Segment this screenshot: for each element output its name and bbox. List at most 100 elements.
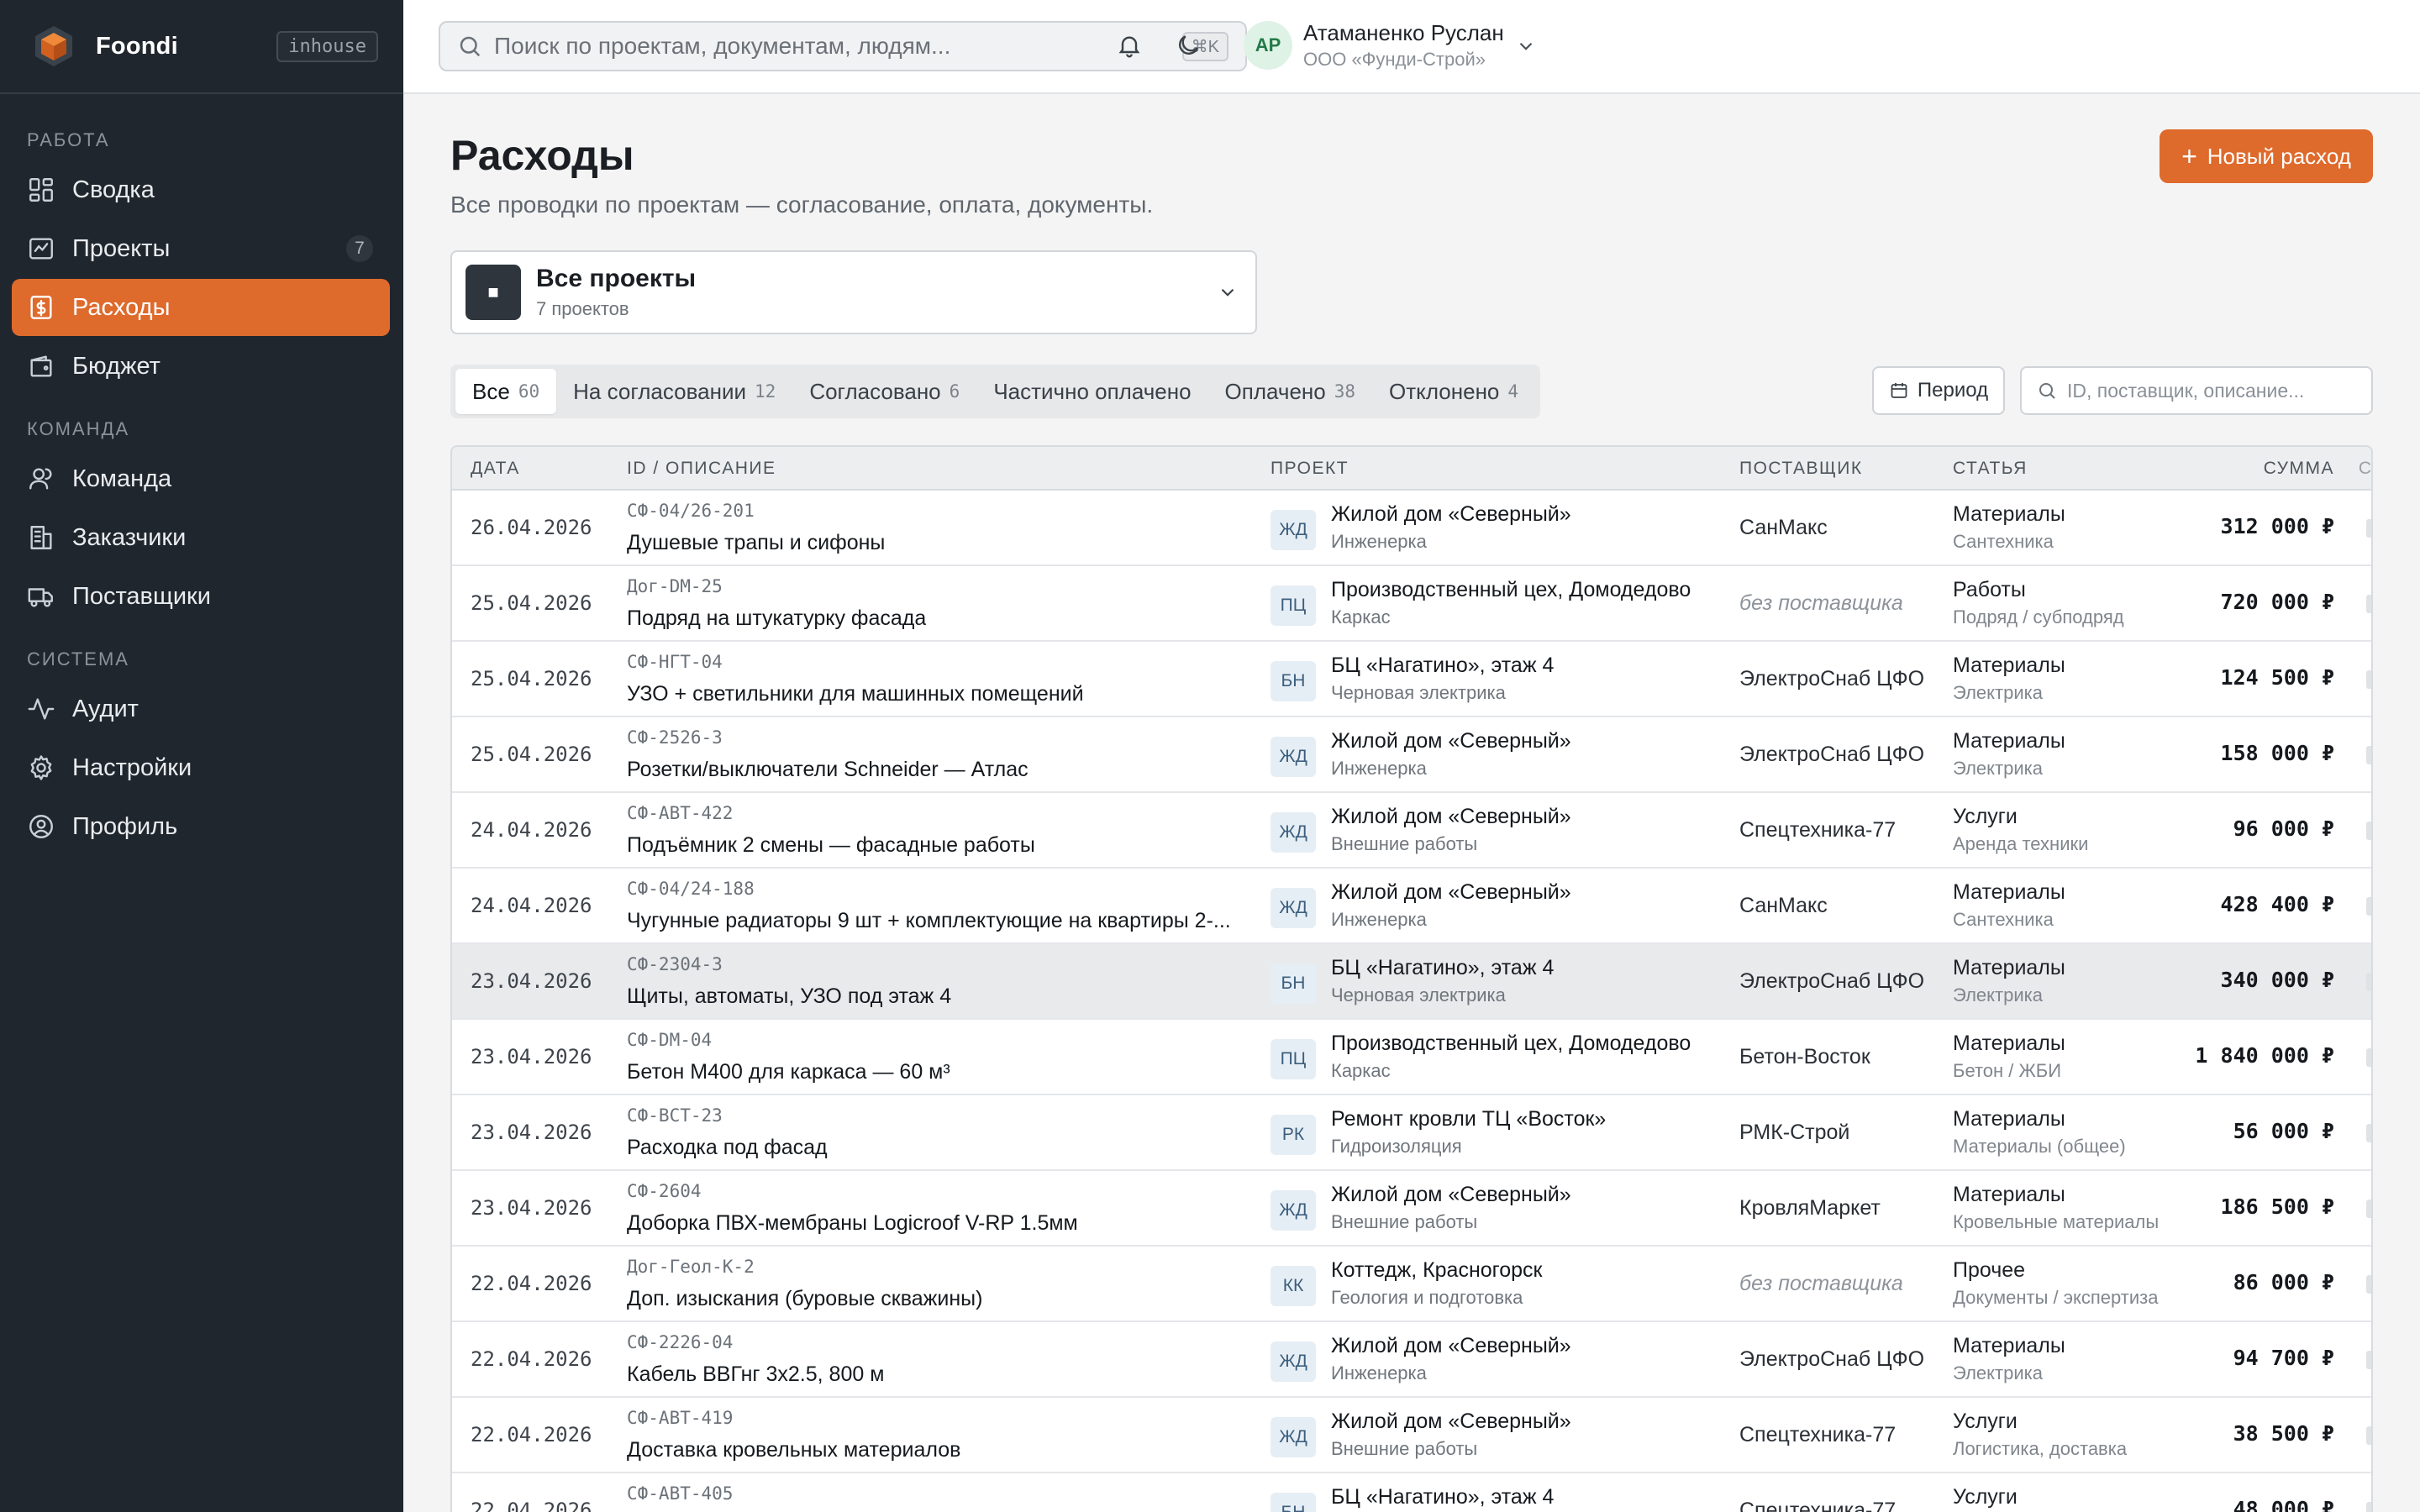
row-supplier: ЭлектроСнаб ЦФО: [1739, 743, 1925, 766]
sidebar-item-count: 7: [346, 235, 373, 262]
row-id: СФ-2304-3: [627, 954, 723, 974]
row-status-edge: [2366, 1426, 2371, 1445]
sidebar-item[interactable]: Команда: [12, 450, 390, 507]
row-supplier: СанМакс: [1739, 894, 1828, 917]
sidebar-item-label: Команда: [72, 465, 172, 492]
status-tab[interactable]: Отклонено 4: [1372, 369, 1535, 414]
table-row[interactable]: 23.04.2026 СФ-2304-3 Щиты, автоматы, УЗО п…: [452, 944, 2371, 1020]
row-id: СФ-ВСТ-23: [627, 1105, 723, 1126]
sidebar-item[interactable]: Сводка: [12, 161, 390, 218]
project-select-title: Все проекты: [536, 265, 697, 292]
row-category: Материалы: [1953, 502, 2065, 526]
project-badge: ЖД: [1270, 1417, 1316, 1457]
project-badge: ЖД: [1270, 737, 1316, 777]
sidebar-item[interactable]: Настройки: [12, 739, 390, 796]
table-row[interactable]: 24.04.2026 СФ-АВТ-422 Подъёмник 2 смены — …: [452, 793, 2371, 869]
table-row[interactable]: 23.04.2026 СФ-2604 Доборка ПВХ-мембраны Lo…: [452, 1171, 2371, 1247]
row-amount: 158 000 ₽: [2220, 741, 2334, 765]
status-tab-label: Отклонено: [1389, 378, 1500, 404]
calendar-icon: [1891, 383, 1907, 398]
moon-icon[interactable]: [1175, 32, 1202, 59]
row-description: Доборка ПВХ-мембраны Logicroof V-RP 1.5м…: [627, 1211, 1078, 1235]
column-supplier[interactable]: ПОСТАВЩИК: [1739, 459, 1863, 479]
sidebar-item-label: Проекты: [72, 234, 171, 262]
status-tab[interactable]: Оплачено 38: [1208, 369, 1372, 414]
status-tab-count: 38: [1334, 381, 1356, 402]
row-description: Доп. изыскания (буровые скважины): [627, 1287, 983, 1310]
table-row[interactable]: 22.04.2026 СФ-АВТ-419 Доставка кровельных …: [452, 1398, 2371, 1473]
project-badge: ЖД: [1270, 510, 1316, 550]
status-tab-label: Все: [472, 378, 510, 404]
project-badge: ЖД: [1270, 1190, 1316, 1231]
table-row[interactable]: 23.04.2026 СФ-DM-04 Бетон М400 для каркаса…: [452, 1020, 2371, 1095]
row-category-sub: Бетон / ЖБИ: [1953, 1060, 2062, 1081]
row-project-stage: Инженерка: [1331, 1362, 1427, 1383]
column-date[interactable]: ДАТА: [471, 459, 520, 479]
projects-icon: [29, 238, 53, 260]
sidebar-item[interactable]: Проекты 7: [12, 220, 390, 277]
table-row[interactable]: 25.04.2026 СФ-НГТ-04 УЗО + светильники для…: [452, 642, 2371, 717]
table-row[interactable]: 25.04.2026 СФ-2526-3 Розетки/выключатели S…: [452, 717, 2371, 793]
row-category: Услуги: [1953, 805, 2018, 828]
row-category-sub: Подряд / субподряд: [1953, 606, 2124, 627]
row-description: Расходка под фасад: [627, 1136, 828, 1159]
row-date: 22.04.2026: [471, 1272, 592, 1295]
column-category[interactable]: СТАТЬЯ: [1953, 459, 2028, 479]
row-date: 25.04.2026: [471, 667, 592, 690]
column-id-desc[interactable]: ID / ОПИСАНИЕ: [627, 459, 776, 479]
sidebar-item[interactable]: Расходы: [12, 279, 390, 336]
app-name: Foondi: [96, 32, 178, 60]
row-date: 24.04.2026: [471, 818, 592, 842]
row-amount: 56 000 ₽: [2233, 1119, 2334, 1143]
row-status-edge: [2366, 519, 2371, 538]
row-project-stage: Каркас: [1331, 1060, 1391, 1081]
period-button[interactable]: Период: [1872, 366, 2005, 415]
row-amount: 720 000 ₽: [2220, 590, 2334, 614]
bell-icon[interactable]: [1116, 32, 1143, 59]
table-row[interactable]: 22.04.2026 СФ-АВТ-405 БН БЦ «Нагатино», эта…: [452, 1473, 2371, 1512]
table-row[interactable]: 23.04.2026 СФ-ВСТ-23 Расходка под фасад РК Р…: [452, 1095, 2371, 1171]
column-amount[interactable]: СУММА: [2264, 459, 2334, 479]
row-project: Жилой дом «Северный»: [1331, 1410, 1571, 1433]
row-category: Материалы: [1953, 1107, 2065, 1131]
row-description: Подъёмник 2 смены — фасадные работы: [627, 833, 1035, 857]
status-tab-count: 6: [949, 381, 960, 402]
row-date: 23.04.2026: [471, 969, 592, 993]
sidebar-item-label: Сводка: [72, 176, 155, 203]
row-project: Жилой дом «Северный»: [1331, 729, 1571, 753]
table-search-placeholder: ID, поставщик, описание...: [2067, 379, 2305, 402]
user-name[interactable]: Атаманенко Руслан: [1303, 20, 1504, 46]
row-description: Розетки/выключатели Schneider — Атлас: [627, 758, 1028, 781]
status-tab-label: На согласовании: [573, 378, 747, 404]
status-tab[interactable]: Частично оплачено: [976, 369, 1207, 414]
sidebar-item[interactable]: Заказчики: [12, 509, 390, 566]
table-row[interactable]: 25.04.2026 Дог-DM-25 Подряд на штукатурку …: [452, 566, 2371, 642]
table-row[interactable]: 24.04.2026 СФ-04/24-188 Чугунные радиаторы…: [452, 869, 2371, 944]
topbar: Поиск по проектам, документам, людям... …: [403, 0, 2420, 94]
table-row[interactable]: 22.04.2026 Дог-Геол-К-2 Доп. изыскания (бу…: [452, 1247, 2371, 1322]
row-description: Подряд на штукатурку фасада: [627, 606, 927, 630]
new-expense-button[interactable]: + Новый расход: [2160, 129, 2373, 183]
row-category: Материалы: [1953, 1334, 2065, 1357]
row-project-stage: Внешние работы: [1331, 833, 1478, 854]
avatar[interactable]: АР: [1244, 21, 1292, 70]
sidebar-item[interactable]: Профиль: [12, 798, 390, 855]
column-project[interactable]: ПРОЕКТ: [1270, 459, 1349, 479]
table-row[interactable]: 22.04.2026 СФ-2226-04 Кабель ВВГнг 3х2.5, …: [452, 1322, 2371, 1398]
sidebar-item[interactable]: Бюджет: [12, 338, 390, 395]
table-row[interactable]: 26.04.2026 СФ-04/26-201 Душевые трапы и си…: [452, 491, 2371, 566]
project-select[interactable]: ■ Все проекты 7 проектов: [450, 250, 1257, 334]
table-search-input[interactable]: ID, поставщик, описание...: [2020, 366, 2373, 415]
status-tab[interactable]: Все 60: [455, 369, 557, 414]
profile-icon: [29, 815, 53, 838]
status-tab[interactable]: На согласовании 12: [556, 369, 792, 414]
row-category: Материалы: [1953, 956, 2065, 979]
sidebar-item[interactable]: Аудит: [12, 680, 390, 738]
sidebar-nav: РАБОТА Сводка Проекты 7 Расходы Бюджет КОМАНДА…: [0, 94, 403, 855]
row-project-stage: Черновая электрика: [1331, 682, 1506, 703]
search-icon: [460, 36, 481, 57]
sidebar-item[interactable]: Поставщики: [12, 568, 390, 625]
status-tab[interactable]: Согласовано 6: [792, 369, 976, 414]
chevron-down-icon[interactable]: [1515, 35, 1537, 57]
row-category: Материалы: [1953, 1032, 2065, 1055]
